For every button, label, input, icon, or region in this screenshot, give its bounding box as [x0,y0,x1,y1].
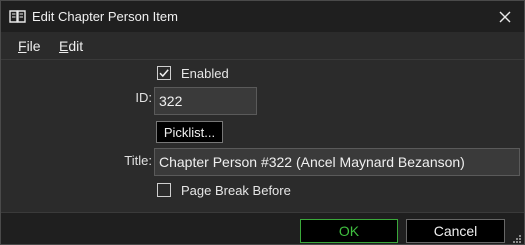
menu-file-label: ile [26,38,41,54]
button-bar: OK Cancel [1,212,524,244]
cancel-button[interactable]: Cancel [406,219,505,243]
resize-grip-icon[interactable] [512,232,522,243]
menu-edit-label: dit [68,38,84,54]
title-field[interactable]: Chapter Person #322 (Ancel Maynard Bezan… [154,148,520,176]
menu-bar: File Edit [1,32,524,60]
title-label: Title: [124,153,152,168]
picklist-button[interactable]: Picklist... [156,121,223,143]
window-title: Edit Chapter Person Item [32,9,178,24]
checkmark-icon [159,69,169,78]
menu-file[interactable]: File [18,38,41,54]
page-break-label: Page Break Before [181,183,291,198]
close-icon[interactable] [494,6,516,28]
id-label: ID: [135,90,152,105]
title-bar: Edit Chapter Person Item [1,1,524,32]
enabled-checkbox[interactable] [157,66,171,80]
menu-edit[interactable]: Edit [59,38,83,54]
form-area: Enabled ID: 322 Picklist... Title: Chapt… [1,60,524,212]
page-break-checkbox[interactable] [157,183,171,197]
menu-edit-mnemonic: E [59,38,69,54]
dialog-window: Edit Chapter Person Item File Edit Enabl… [0,0,525,245]
id-field[interactable]: 322 [154,87,257,115]
ok-button[interactable]: OK [300,219,398,243]
menu-file-mnemonic: F [18,38,27,54]
book-icon [9,9,26,23]
enabled-label: Enabled [181,66,229,81]
